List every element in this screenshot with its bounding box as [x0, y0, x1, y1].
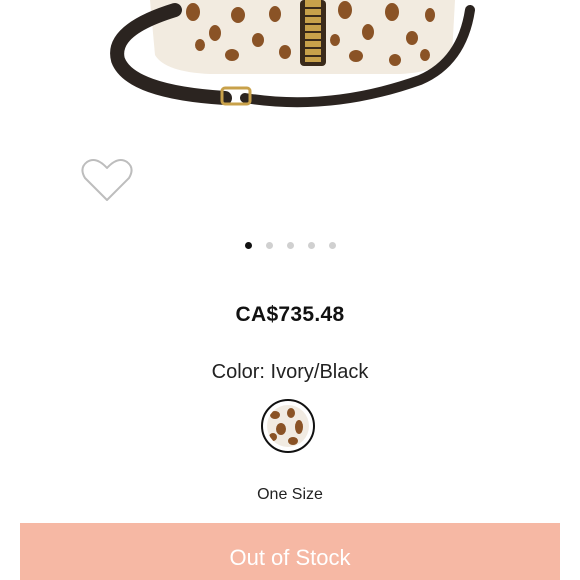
carousel-dot-3[interactable] [286, 242, 294, 249]
carousel-dots [0, 242, 580, 254]
product-page: CA$735.48 Color: Ivory/Black One Size Ou… [0, 0, 580, 580]
out-of-stock-button[interactable]: Out of Stock [20, 523, 560, 580]
color-value: Ivory/Black [270, 361, 369, 383]
product-price: CA$735.48 [235, 303, 345, 326]
carousel-dot-5[interactable] [328, 242, 336, 249]
carousel-dot-2[interactable] [265, 242, 273, 249]
color-label-row: Color: Ivory/Black [0, 361, 580, 384]
color-swatch-ivory-black[interactable] [261, 399, 315, 453]
color-label: Color: [211, 361, 271, 383]
carousel-dot-4[interactable] [307, 242, 315, 249]
heart-outline-icon[interactable] [79, 156, 135, 206]
product-image[interactable] [0, 0, 580, 140]
size-label: One Size [257, 486, 323, 503]
leopard-swatch-icon [267, 405, 309, 447]
carousel-dot-1[interactable] [244, 242, 252, 249]
